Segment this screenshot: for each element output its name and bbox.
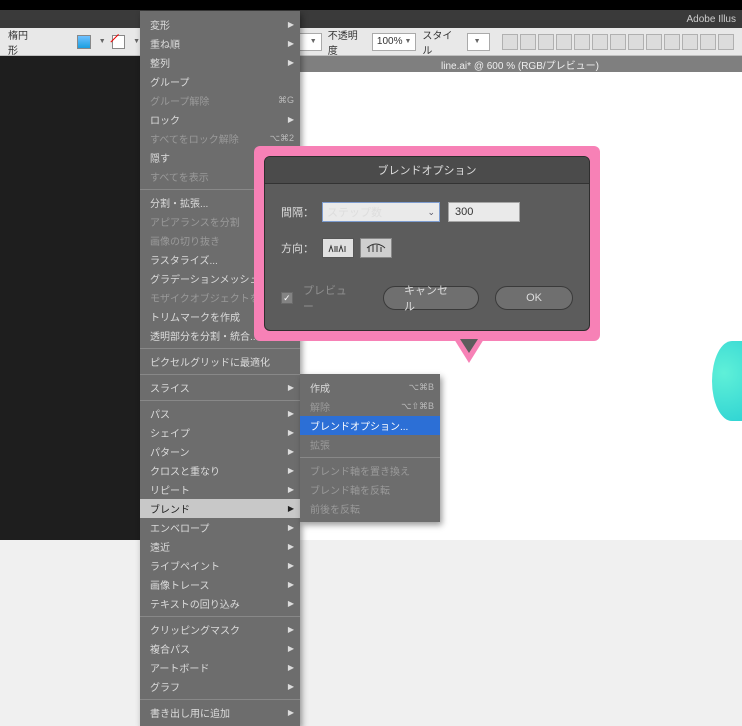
menu-item[interactable]: スライス▶ [140, 378, 300, 397]
align-icon[interactable] [610, 34, 626, 50]
system-menubar [0, 0, 742, 10]
menu-item[interactable]: ブレンド▶ [140, 499, 300, 518]
align-icon[interactable] [538, 34, 554, 50]
opacity-field[interactable]: 100%▼ [372, 33, 417, 51]
menu-item[interactable]: 書き出し用に追加▶ [140, 703, 300, 722]
dialog-title: ブレンドオプション [265, 157, 589, 184]
menu-item[interactable]: アートボード▶ [140, 658, 300, 677]
style-select[interactable]: ▼ [467, 33, 490, 51]
menu-item[interactable]: 変形▶ [140, 15, 300, 34]
callout: ブレンドオプション 間隔： ステップ数⌄ 300 方向： [254, 146, 600, 341]
menu-item[interactable]: ピクセルグリッドに最適化 [140, 352, 300, 371]
menu-item[interactable]: 複合パス▶ [140, 639, 300, 658]
spacing-label: 間隔： [281, 204, 314, 220]
submenu-item: 解除⌥⇧⌘B [300, 397, 440, 416]
orientation-align-page[interactable] [322, 238, 354, 258]
document-tab[interactable]: line.ai* @ 600 % (RGB/プレビュー) [298, 56, 742, 72]
menu-item[interactable]: パターン▶ [140, 442, 300, 461]
align-icon[interactable] [664, 34, 680, 50]
menu-item[interactable]: 画像トレース▶ [140, 575, 300, 594]
align-icon[interactable] [556, 34, 572, 50]
menu-item: グループ解除⌘G [140, 91, 300, 110]
submenu-item: ブレンド軸を反転 [300, 480, 440, 499]
orientation-align-path[interactable] [360, 238, 392, 258]
submenu-item[interactable]: 作成⌥⌘B [300, 378, 440, 397]
app-name: Adobe Illus [687, 14, 736, 25]
shape-label: 楕円形 [8, 27, 37, 57]
submenu-item[interactable]: ブレンドオプション... [300, 416, 440, 435]
align-icons-group [502, 34, 734, 50]
menu-item[interactable]: グラフ▶ [140, 677, 300, 696]
align-icon[interactable] [592, 34, 608, 50]
menu-item[interactable]: テキストの回り込み▶ [140, 594, 300, 613]
opacity-label: 不透明度 [328, 27, 366, 57]
ok-button[interactable]: OK [495, 286, 573, 310]
menu-item[interactable]: 整列▶ [140, 53, 300, 72]
cancel-button[interactable]: キャンセル [383, 286, 479, 310]
preview-checkbox[interactable]: ✓ [281, 292, 293, 304]
menu-item[interactable]: クロスと重なり▶ [140, 461, 300, 480]
menu-item[interactable]: シェイプ▶ [140, 423, 300, 442]
menu-item[interactable]: ライブペイント▶ [140, 556, 300, 575]
submenu-item: ブレンド軸を置き換え [300, 461, 440, 480]
align-icon[interactable] [682, 34, 698, 50]
orientation-label: 方向： [281, 240, 314, 256]
spacing-method-select[interactable]: ステップ数⌄ [322, 202, 440, 222]
align-icon[interactable] [646, 34, 662, 50]
menu-item[interactable]: リピート▶ [140, 480, 300, 499]
fill-swatch[interactable] [77, 35, 90, 49]
menu-item[interactable]: グループ [140, 72, 300, 91]
stroke-swatch[interactable] [112, 35, 125, 49]
object-menu[interactable]: 変形▶重ね順▶整列▶グループグループ解除⌘Gロック▶すべてをロック解除⌥⌘2隠す… [140, 11, 300, 726]
align-icon[interactable] [520, 34, 536, 50]
menu-item[interactable]: クリッピングマスク▶ [140, 620, 300, 639]
align-icon[interactable] [718, 34, 734, 50]
options-bar: 楕円形 ▼ ▼ 線 基本▼ 不透明度 100%▼ スタイル ▼ [0, 28, 742, 56]
align-icon[interactable] [628, 34, 644, 50]
align-icon[interactable] [574, 34, 590, 50]
preview-label: プレビュー [303, 282, 357, 314]
workspace: line.ai* @ 600 % (RGB/プレビュー) 変形▶重ね順▶整列▶グ… [0, 56, 742, 540]
spacing-value-input[interactable]: 300 [448, 202, 520, 222]
submenu-item: 前後を反転 [300, 499, 440, 518]
menu-item[interactable]: 重ね順▶ [140, 34, 300, 53]
menu-item[interactable]: ロック▶ [140, 110, 300, 129]
blend-options-dialog: ブレンドオプション 間隔： ステップ数⌄ 300 方向： [264, 156, 590, 331]
style-label: スタイル [422, 27, 460, 57]
submenu-item: 拡張 [300, 435, 440, 454]
align-icon[interactable] [700, 34, 716, 50]
align-icon[interactable] [502, 34, 518, 50]
menu-item[interactable]: エンベロープ▶ [140, 518, 300, 537]
blend-submenu[interactable]: 作成⌥⌘B解除⌥⇧⌘Bブレンドオプション...拡張ブレンド軸を置き換えブレンド軸… [300, 374, 440, 522]
menu-item[interactable]: パス▶ [140, 404, 300, 423]
app-bar: Adobe Illus [0, 10, 742, 28]
